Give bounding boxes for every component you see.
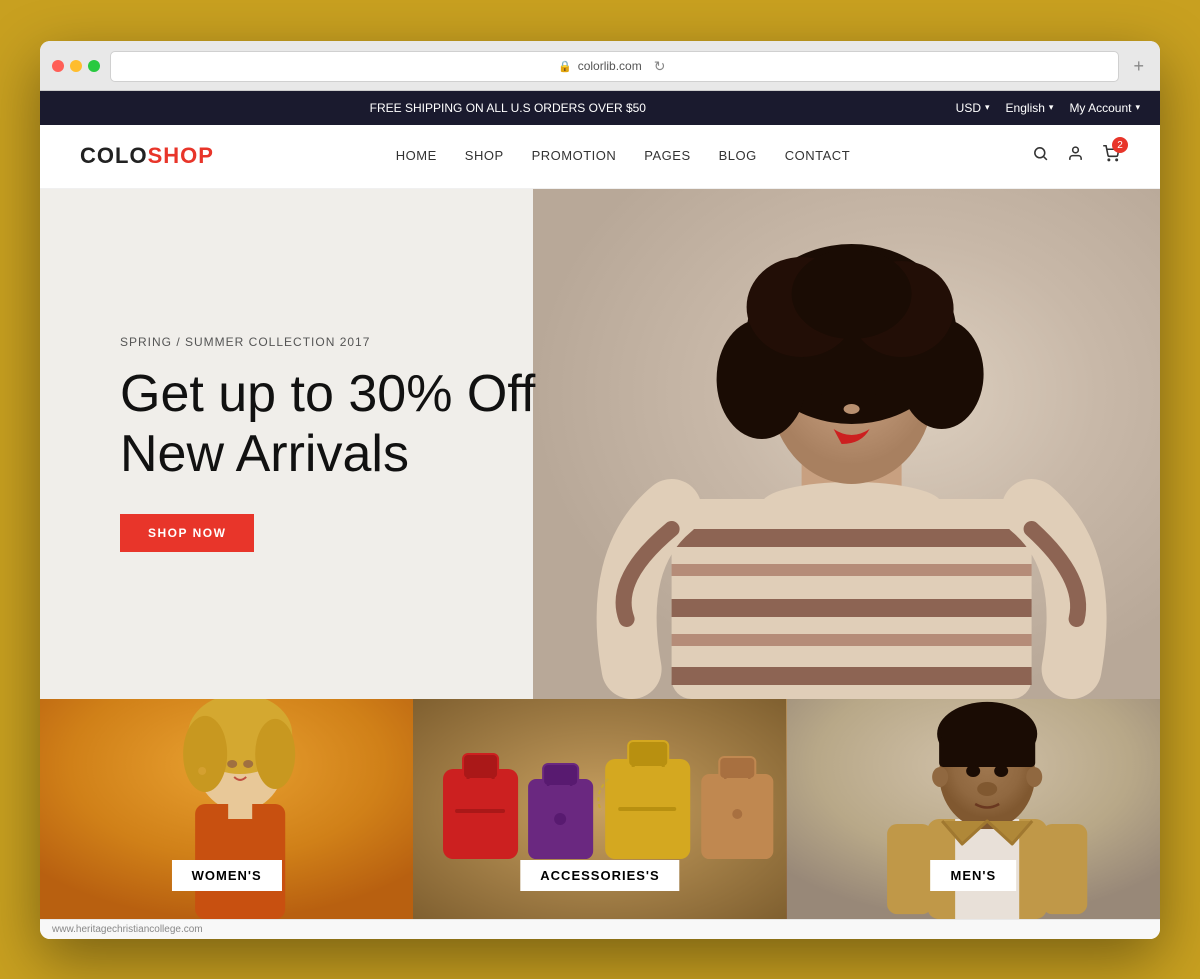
close-button[interactable] (52, 60, 64, 72)
category-accessories[interactable]: ACCESSORIES'S (413, 699, 786, 919)
language-dropdown[interactable]: English ▾ (1006, 101, 1054, 115)
main-nav: COLOSHOP HOME SHOP PROMOTION PAGES BLOG … (40, 125, 1160, 189)
hero-image (533, 189, 1160, 699)
account-dropdown[interactable]: My Account ▾ (1069, 101, 1140, 115)
top-right-controls: USD ▾ English ▾ My Account ▾ (956, 101, 1140, 115)
logo-colo: COLO (80, 143, 148, 168)
new-tab-button[interactable]: + (1129, 54, 1148, 79)
nav-item-shop[interactable]: SHOP (465, 147, 504, 165)
logo-shop: SHOP (148, 143, 214, 168)
nav-link-promotion[interactable]: PROMOTION (532, 148, 617, 163)
nav-icons: 2 (1032, 145, 1120, 167)
hero-shop-now-button[interactable]: SHOP NOW (120, 514, 254, 552)
nav-item-home[interactable]: HOME (396, 147, 437, 165)
account-chevron-icon: ▾ (1135, 102, 1140, 113)
announcement-text: FREE SHIPPING ON ALL U.S ORDERS OVER $50 (60, 101, 956, 115)
browser-chrome: 🔒 colorlib.com ↻ + (40, 41, 1160, 91)
browser-window: 🔒 colorlib.com ↻ + FREE SHIPPING ON ALL … (40, 41, 1160, 939)
hero-section: SPRING / SUMMER COLLECTION 2017 Get up t… (40, 189, 1160, 699)
language-label: English (1006, 101, 1045, 115)
account-label: My Account (1069, 101, 1131, 115)
nav-link-pages[interactable]: PAGES (644, 148, 690, 163)
lock-icon: 🔒 (558, 60, 572, 73)
nav-links: HOME SHOP PROMOTION PAGES BLOG CONTACT (396, 147, 850, 165)
cart-badge: 2 (1112, 137, 1128, 153)
nav-item-blog[interactable]: BLOG (719, 147, 757, 165)
nav-link-shop[interactable]: SHOP (465, 148, 504, 163)
traffic-lights (52, 60, 100, 72)
language-chevron-icon: ▾ (1049, 102, 1054, 113)
search-icon[interactable] (1032, 145, 1049, 167)
categories-section: WOMEN'S (40, 699, 1160, 919)
minimize-button[interactable] (70, 60, 82, 72)
user-icon[interactable] (1067, 145, 1084, 167)
logo[interactable]: COLOSHOP (80, 143, 214, 169)
nav-link-home[interactable]: HOME (396, 148, 437, 163)
nav-link-blog[interactable]: BLOG (719, 148, 757, 163)
currency-label: USD (956, 101, 981, 115)
status-url: www.heritagechristiancollege.com (52, 924, 203, 935)
category-womens-label: WOMEN'S (172, 860, 282, 891)
nav-link-contact[interactable]: CONTACT (785, 148, 850, 163)
category-mens[interactable]: MEN'S (787, 699, 1160, 919)
cart-icon[interactable]: 2 (1102, 145, 1120, 167)
hero-title-line1: Get up to 30% Off (120, 365, 535, 423)
reload-button[interactable]: ↻ (648, 56, 672, 77)
category-womens[interactable]: WOMEN'S (40, 699, 413, 919)
nav-item-pages[interactable]: PAGES (644, 147, 690, 165)
status-bar: www.heritagechristiancollege.com (40, 919, 1160, 939)
category-mens-label: MEN'S (930, 860, 1016, 891)
nav-item-contact[interactable]: CONTACT (785, 147, 850, 165)
announcement-bar: FREE SHIPPING ON ALL U.S ORDERS OVER $50… (40, 91, 1160, 125)
hero-subtitle: SPRING / SUMMER COLLECTION 2017 (120, 335, 535, 349)
address-bar[interactable]: 🔒 colorlib.com ↻ (110, 51, 1119, 82)
url-text: colorlib.com (578, 59, 642, 73)
maximize-button[interactable] (88, 60, 100, 72)
currency-dropdown[interactable]: USD ▾ (956, 101, 990, 115)
category-accessories-label: ACCESSORIES'S (520, 860, 679, 891)
currency-chevron-icon: ▾ (985, 102, 990, 113)
hero-title: Get up to 30% Off New Arrivals (120, 365, 535, 485)
hero-content: SPRING / SUMMER COLLECTION 2017 Get up t… (40, 335, 615, 553)
hero-title-line2: New Arrivals (120, 425, 409, 483)
nav-item-promotion[interactable]: PROMOTION (532, 147, 617, 165)
